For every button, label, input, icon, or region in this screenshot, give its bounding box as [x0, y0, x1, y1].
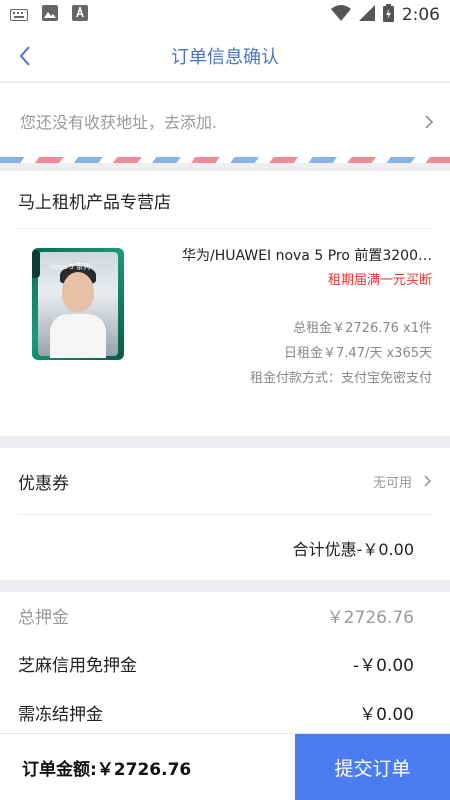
status-bar: 2:06	[0, 0, 450, 30]
deposit-value: ￥0.00	[359, 705, 414, 725]
product-model-face	[62, 272, 94, 312]
chevron-right-icon	[424, 114, 434, 134]
chevron-left-icon	[19, 46, 30, 66]
back-button[interactable]	[14, 44, 38, 68]
coupon-row[interactable]: 优惠券 无可用	[0, 448, 450, 514]
product-model-shirt	[50, 314, 106, 358]
address-placeholder: 您还没有收获地址，去添加.	[20, 113, 218, 132]
coupon-value: 无可用	[372, 476, 412, 491]
deposit-label: 总押金	[18, 608, 69, 628]
daily-rent: 日租金￥7.47/天 x365天	[284, 346, 432, 361]
deposit-row-credit: 芝麻信用免押金 -￥0.00	[18, 651, 414, 676]
keyboard-icon	[10, 6, 28, 25]
deposit-row-total: 总押金 ￥2726.76	[18, 603, 414, 628]
product-image-brand: nova 5 系列	[50, 263, 91, 271]
camera-module	[32, 250, 40, 278]
text-icon	[72, 5, 88, 25]
signal-icon	[358, 5, 375, 25]
page-title: 订单信息确认	[171, 46, 279, 68]
nav-bar: 订单信息确认	[0, 30, 450, 82]
store-card: 马上租机产品专营店 nova 5 系列 华为/HUAWEI nova 5 Pro…	[0, 171, 450, 436]
store-name: 马上租机产品专营店	[18, 193, 171, 213]
wifi-icon	[330, 5, 351, 25]
total-discount: 合计优惠-￥0.00	[292, 540, 414, 559]
image-icon	[42, 5, 58, 25]
deposit-value: -￥0.00	[353, 656, 414, 676]
battery-icon	[382, 4, 394, 26]
deposit-label: 芝麻信用免押金	[18, 656, 137, 676]
bottom-bar: 订单金额:￥2726.76 提交订单	[0, 733, 450, 800]
deposit-section: 总押金 ￥2726.76 芝麻信用免押金 -￥0.00 需冻结押金 ￥0.00	[0, 592, 450, 742]
divider	[18, 514, 432, 515]
product-screen: nova 5 系列	[38, 252, 118, 358]
deposit-label: 需冻结押金	[18, 705, 103, 725]
deposit-row-frozen: 需冻结押金 ￥0.00	[18, 700, 414, 725]
buyout-tag: 租期届满一元买断	[327, 273, 432, 288]
order-amount: 订单金额:￥2726.76	[22, 759, 192, 780]
product-title[interactable]: 华为/HUAWEI nova 5 Pro 前置3200…	[182, 245, 432, 265]
address-add-row[interactable]: 您还没有收获地址，去添加.	[0, 83, 450, 163]
submit-order-button[interactable]: 提交订单	[295, 734, 450, 800]
total-rent: 总租金￥2726.76 x1件	[293, 321, 432, 336]
airmail-border	[0, 157, 450, 163]
divider	[18, 228, 432, 229]
coupon-label: 优惠券	[18, 474, 69, 494]
coupon-section: 优惠券 无可用 合计优惠-￥0.00	[0, 448, 450, 580]
deposit-value: ￥2726.76	[326, 608, 414, 628]
chevron-right-icon	[423, 473, 432, 492]
status-time: 2:06	[401, 5, 440, 25]
payment-method: 租金付款方式：支付宝免密支付	[249, 371, 432, 386]
product-image[interactable]: nova 5 系列	[32, 248, 124, 360]
